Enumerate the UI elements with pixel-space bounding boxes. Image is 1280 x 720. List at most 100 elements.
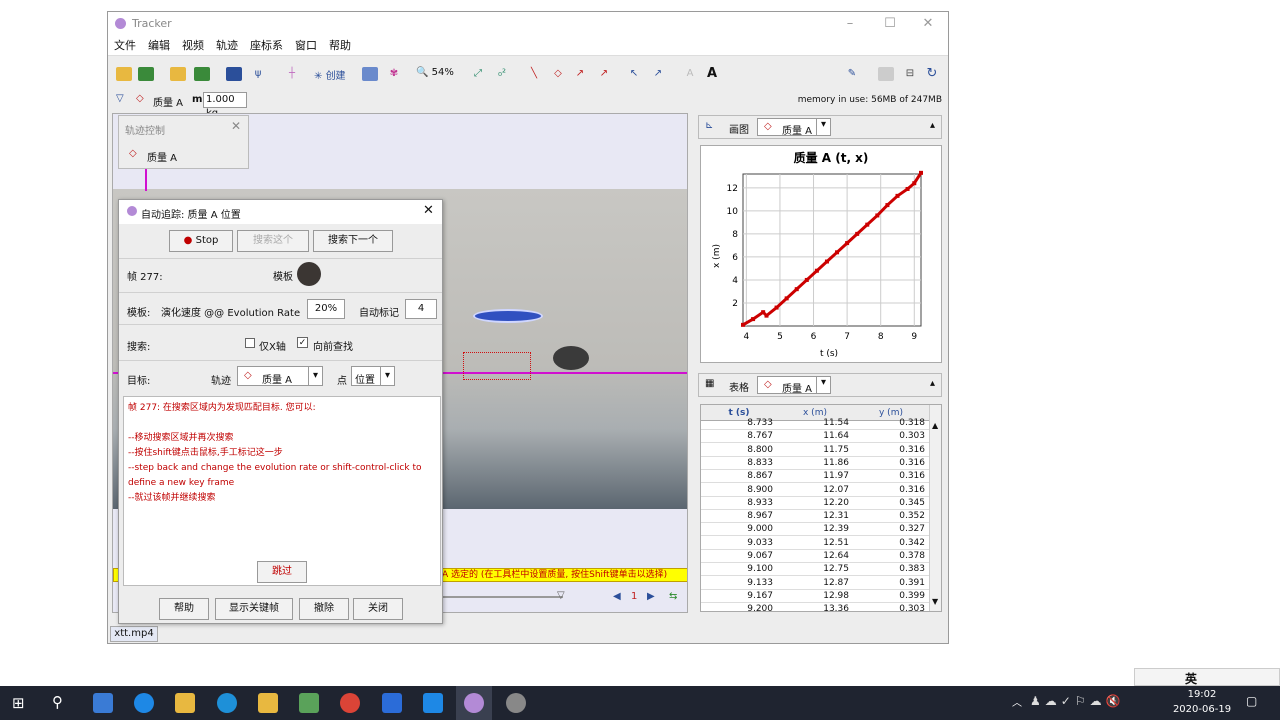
track-control-icon[interactable]: ✾: [386, 67, 402, 81]
table-row[interactable]: 9.067 12.64 0.378: [701, 550, 929, 563]
vector-sum-icon[interactable]: ↖: [626, 67, 642, 81]
loop-icon[interactable]: ⇆: [669, 591, 677, 602]
table-row[interactable]: 8.933 12.20 0.345: [701, 497, 929, 510]
table-row[interactable]: 8.867 11.97 0.316: [701, 470, 929, 484]
playback-slider[interactable]: [443, 596, 563, 598]
save-video-icon[interactable]: [194, 67, 210, 81]
scroll-up-icon[interactable]: ▲: [932, 421, 938, 430]
trail-icon[interactable]: ⤢: [470, 67, 486, 81]
vector-stretch-icon[interactable]: ↗: [650, 67, 666, 81]
table-row[interactable]: 8.800 11.75 0.316: [701, 444, 929, 457]
axes-icon[interactable]: ┼: [284, 67, 300, 81]
table-row[interactable]: 9.000 12.39 0.327: [701, 523, 929, 537]
track-name[interactable]: 质量 A: [153, 94, 183, 109]
table-row[interactable]: 9.033 12.51 0.342: [701, 537, 929, 550]
path-icon[interactable]: ╲: [526, 67, 542, 81]
chevron-down-icon[interactable]: ▾: [308, 367, 322, 385]
notes-icon[interactable]: [878, 67, 894, 81]
ime-toolbar[interactable]: 英: [1134, 668, 1280, 686]
search-this-button[interactable]: 搜索这个: [237, 230, 309, 252]
close-button[interactable]: 关闭: [353, 598, 403, 620]
acceleration-icon[interactable]: ↗: [596, 67, 612, 81]
panel-icon[interactable]: ⊟: [902, 67, 918, 81]
menu-video[interactable]: 视频: [176, 36, 210, 56]
font-smaller-icon[interactable]: A: [682, 67, 698, 81]
clock-date[interactable]: 2020-06-19: [1172, 704, 1232, 715]
stop-button[interactable]: ● Stop: [169, 230, 233, 252]
store-icon[interactable]: [258, 693, 278, 713]
delete-button[interactable]: 撤除: [299, 598, 349, 620]
label-icon[interactable]: ₀²: [494, 67, 510, 81]
data-table[interactable]: t (s) x (m) y (m) 8.733 11.54 0.318 8.767 11…: [700, 404, 942, 612]
app-icon[interactable]: [299, 693, 319, 713]
look-ahead-checkbox[interactable]: ✓: [297, 337, 308, 348]
show-keyframes-button[interactable]: 显示关键帧: [215, 598, 293, 620]
tray-icons[interactable]: ♟☁✓⚐☁🔇: [1030, 694, 1125, 708]
clip-settings-icon[interactable]: [226, 67, 242, 81]
mail-icon[interactable]: [93, 693, 113, 713]
menu-edit[interactable]: 编辑: [142, 36, 176, 56]
collapse-icon[interactable]: ▴: [930, 120, 935, 131]
target-track-select[interactable]: ◇ 质量 A ▾: [237, 366, 323, 386]
slider-thumb-icon[interactable]: ▽: [557, 590, 565, 601]
chrome-icon[interactable]: [340, 693, 360, 713]
minimize-button[interactable]: –: [830, 12, 870, 36]
table-row[interactable]: 8.833 11.86 0.316: [701, 457, 929, 470]
chevron-down-icon[interactable]: ▾: [816, 377, 830, 393]
table-row[interactable]: 9.100 12.75 0.383: [701, 563, 929, 577]
file-explorer-icon[interactable]: [175, 693, 195, 713]
table-row[interactable]: 8.967 12.31 0.352: [701, 510, 929, 524]
menu-coords[interactable]: 座标系: [244, 36, 289, 56]
skip-button[interactable]: 跳过: [257, 561, 307, 583]
refresh-icon[interactable]: ↻: [924, 67, 940, 81]
table-row[interactable]: 8.733 11.54 0.318: [701, 417, 929, 430]
menu-file[interactable]: 文件: [108, 36, 142, 56]
dialog-close-icon[interactable]: ✕: [423, 203, 434, 218]
edge-icon[interactable]: [217, 693, 237, 713]
chevron-down-icon[interactable]: ▾: [380, 367, 394, 385]
plot-area[interactable]: 质量 A (t, x) t (s) x (m) 4 5 6 7 8 9 2 4 6 8 10 12: [700, 145, 942, 363]
windows-start-icon[interactable]: ⊞: [12, 694, 25, 712]
word-icon[interactable]: [382, 693, 402, 713]
help-button[interactable]: 帮助: [159, 598, 209, 620]
collapse-icon[interactable]: ▴: [930, 378, 935, 389]
open-icon[interactable]: [116, 67, 132, 81]
chevron-down-icon[interactable]: ▾: [816, 119, 830, 135]
pencil-icon[interactable]: ✎: [844, 67, 860, 81]
video-tab[interactable]: xtt.mp4: [110, 626, 158, 642]
table-row[interactable]: 8.767 11.64 0.303: [701, 430, 929, 444]
track-control-close-icon[interactable]: ✕: [231, 119, 241, 133]
velocity-icon[interactable]: ↗: [572, 67, 588, 81]
search-next-button[interactable]: 搜索下一个: [313, 230, 393, 252]
table-row[interactable]: 8.900 12.07 0.316: [701, 484, 929, 497]
position-icon[interactable]: ◇: [550, 67, 566, 81]
table-row[interactable]: 9.167 12.98 0.399: [701, 590, 929, 603]
plot-svg[interactable]: 质量 A (t, x) t (s) x (m) 4 5 6 7 8 9 2 4 6 8 10 12: [701, 146, 941, 362]
tray-arrow-icon[interactable]: ︿: [1012, 694, 1022, 709]
dropdown-icon[interactable]: ▽: [116, 93, 124, 104]
save-icon[interactable]: [138, 67, 154, 81]
step-back-icon[interactable]: ◀: [613, 591, 621, 602]
zoom-button[interactable]: 🔍 54%: [416, 67, 454, 78]
ruler-icon[interactable]: [362, 67, 378, 81]
menu-help[interactable]: 帮助: [323, 36, 357, 56]
table-row[interactable]: 9.133 12.87 0.391: [701, 577, 929, 590]
evolution-spinner[interactable]: 20%: [307, 299, 345, 319]
plot-track-select[interactable]: ◇ 质量 A ▾: [757, 118, 831, 137]
app-icon[interactable]: [506, 693, 526, 713]
x-only-checkbox[interactable]: [245, 338, 255, 348]
close-button[interactable]: ✕: [908, 12, 948, 36]
font-larger-icon[interactable]: A: [704, 67, 720, 81]
automark-spinner[interactable]: 4: [405, 299, 437, 319]
calibration-icon[interactable]: ψ: [250, 67, 266, 81]
maximize-button[interactable]: ☐: [870, 12, 910, 36]
y-axis-line[interactable]: [145, 167, 147, 191]
menu-window[interactable]: 窗口: [289, 36, 323, 56]
clock-time[interactable]: 19:02: [1172, 689, 1232, 700]
scroll-down-icon[interactable]: ▼: [932, 597, 938, 606]
tracker-taskbar-button[interactable]: [456, 686, 492, 720]
search-area[interactable]: [463, 352, 531, 380]
search-icon[interactable]: ⚲: [52, 693, 63, 711]
step-forward-icon[interactable]: ▶: [647, 591, 655, 602]
mass-field[interactable]: 1.000 kg: [203, 92, 247, 119]
